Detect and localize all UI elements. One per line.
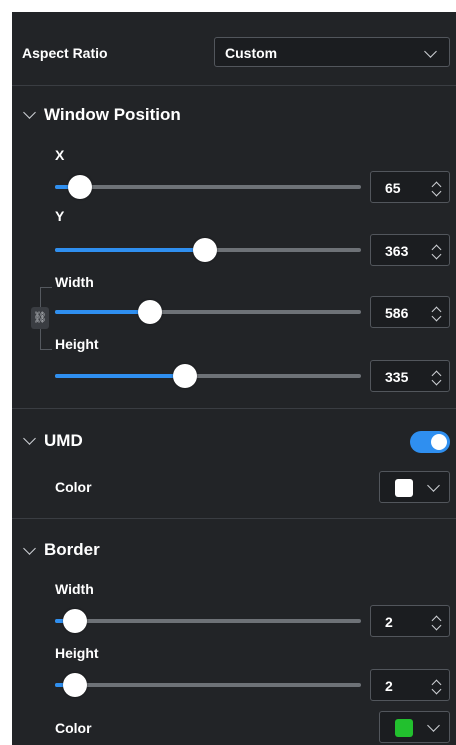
- umd-color-picker[interactable]: [379, 471, 450, 503]
- border-width-slider-thumb[interactable]: [63, 609, 87, 633]
- divider: [12, 408, 456, 409]
- border-width-number-input[interactable]: 2: [370, 605, 450, 637]
- divider: [12, 518, 456, 519]
- height-label: Height: [55, 336, 99, 352]
- decrement-icon[interactable]: [431, 375, 442, 386]
- x-slider[interactable]: [55, 175, 361, 199]
- decrement-icon[interactable]: [431, 684, 442, 695]
- chevron-down-icon: [424, 45, 437, 58]
- border-height-slider[interactable]: [55, 673, 361, 697]
- border-height-label: Height: [55, 645, 99, 661]
- x-value: 65: [385, 180, 401, 196]
- toggle-knob: [431, 434, 447, 450]
- y-slider-fill: [55, 248, 205, 252]
- divider: [12, 85, 456, 86]
- width-number-input[interactable]: 586: [370, 296, 450, 328]
- link-bracket-bottom: [40, 349, 52, 350]
- decrement-icon[interactable]: [431, 311, 442, 322]
- width-slider-fill: [55, 310, 150, 314]
- decrement-icon[interactable]: [431, 186, 442, 197]
- properties-panel: Aspect Ratio Custom Window Position X 65…: [12, 12, 456, 745]
- color-swatch: [395, 719, 413, 737]
- height-slider[interactable]: [55, 364, 361, 388]
- border-width-value: 2: [385, 614, 393, 630]
- decrement-icon[interactable]: [431, 249, 442, 260]
- link-bracket-top: [40, 287, 52, 288]
- collapse-window-position-icon[interactable]: [23, 106, 36, 119]
- umd-color-label: Color: [55, 479, 92, 495]
- link-aspect-icon[interactable]: ⛓: [31, 307, 49, 329]
- x-slider-thumb[interactable]: [68, 175, 92, 199]
- y-value: 363: [385, 243, 409, 259]
- height-value: 335: [385, 369, 409, 385]
- border-height-slider-thumb[interactable]: [63, 673, 87, 697]
- x-number-input[interactable]: 65: [370, 171, 450, 203]
- umd-toggle[interactable]: [410, 431, 450, 453]
- collapse-border-icon[interactable]: [23, 542, 36, 555]
- width-label: Width: [55, 274, 94, 290]
- width-value: 586: [385, 305, 409, 321]
- color-swatch: [395, 479, 413, 497]
- aspect-ratio-label: Aspect Ratio: [22, 45, 108, 61]
- umd-title[interactable]: UMD: [44, 431, 83, 451]
- border-height-number-input[interactable]: 2: [370, 669, 450, 701]
- height-slider-thumb[interactable]: [173, 364, 197, 388]
- x-label: X: [55, 147, 65, 163]
- y-label: Y: [55, 208, 65, 224]
- border-color-picker[interactable]: [379, 711, 450, 743]
- y-number-input[interactable]: 363: [370, 234, 450, 266]
- link-bracket-bottom-vertical: [40, 329, 41, 349]
- link-bracket-top-vertical: [40, 287, 41, 307]
- decrement-icon[interactable]: [431, 620, 442, 631]
- collapse-umd-icon[interactable]: [23, 432, 36, 445]
- border-width-slider[interactable]: [55, 609, 361, 633]
- height-slider-fill: [55, 374, 185, 378]
- aspect-ratio-value: Custom: [225, 45, 278, 61]
- border-color-label: Color: [55, 720, 92, 736]
- window-position-title[interactable]: Window Position: [44, 105, 181, 125]
- width-slider[interactable]: [55, 300, 361, 324]
- border-height-value: 2: [385, 678, 393, 694]
- y-slider-thumb[interactable]: [193, 238, 217, 262]
- y-slider[interactable]: [55, 238, 361, 262]
- border-title[interactable]: Border: [44, 540, 100, 560]
- width-slider-thumb[interactable]: [138, 300, 162, 324]
- chevron-down-icon: [427, 719, 440, 732]
- height-number-input[interactable]: 335: [370, 360, 450, 392]
- aspect-ratio-dropdown[interactable]: Custom: [214, 37, 450, 67]
- border-width-label: Width: [55, 581, 94, 597]
- chevron-down-icon: [427, 479, 440, 492]
